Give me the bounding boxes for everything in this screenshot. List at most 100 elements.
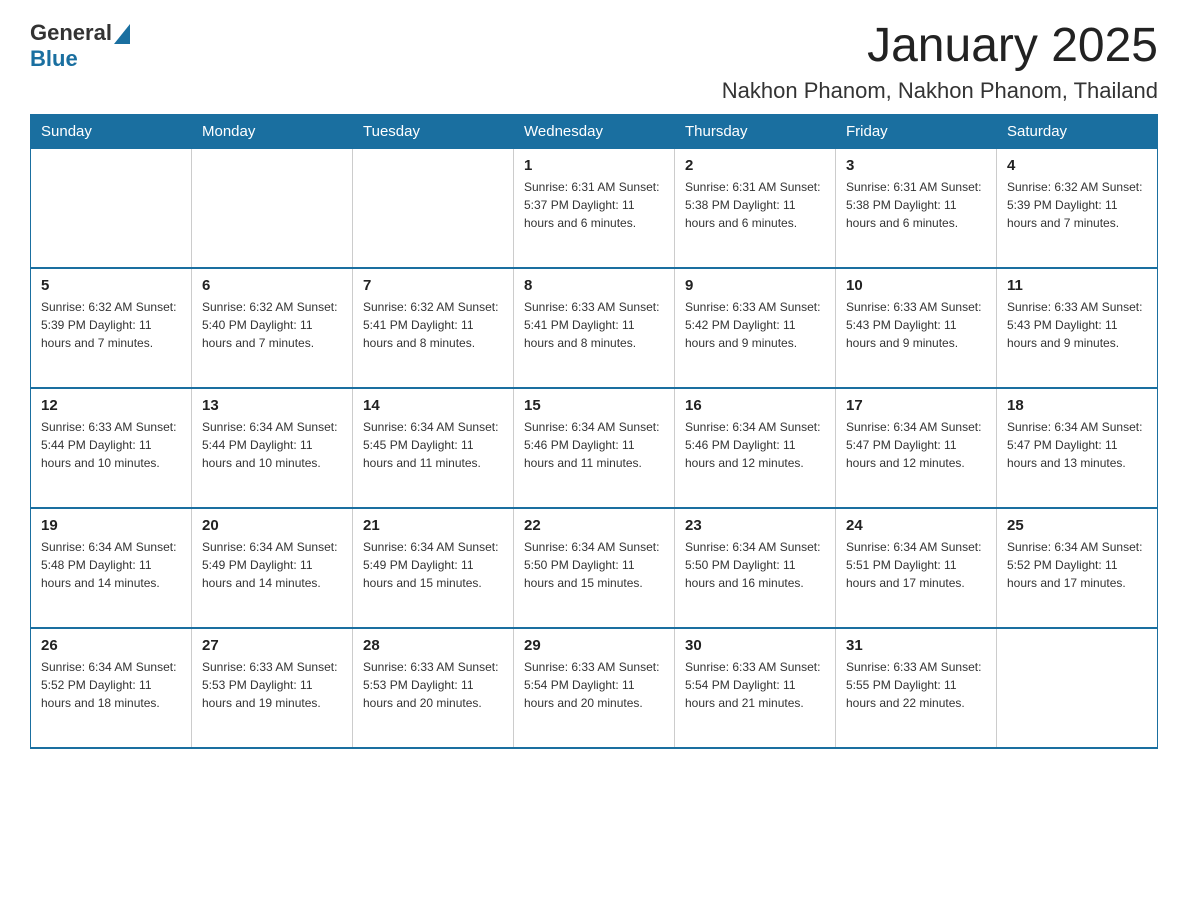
day-info: Sunrise: 6:34 AM Sunset: 5:50 PM Dayligh… — [524, 538, 664, 592]
day-info: Sunrise: 6:33 AM Sunset: 5:42 PM Dayligh… — [685, 298, 825, 352]
calendar-cell: 17Sunrise: 6:34 AM Sunset: 5:47 PM Dayli… — [836, 388, 997, 508]
day-info: Sunrise: 6:33 AM Sunset: 5:54 PM Dayligh… — [685, 658, 825, 712]
page-header: General Blue January 2025 Nakhon Phanom,… — [30, 20, 1158, 104]
title-section: January 2025 Nakhon Phanom, Nakhon Phano… — [722, 20, 1158, 104]
calendar-cell: 21Sunrise: 6:34 AM Sunset: 5:49 PM Dayli… — [353, 508, 514, 628]
day-number: 11 — [1007, 277, 1147, 294]
header-row: SundayMondayTuesdayWednesdayThursdayFrid… — [31, 114, 1158, 148]
day-info: Sunrise: 6:31 AM Sunset: 5:38 PM Dayligh… — [846, 178, 986, 232]
calendar-cell: 23 Sunrise: 6:34 AM Sunset: 5:50 PM Dayli… — [675, 508, 836, 628]
day-info: Sunrise: 6:33 AM Sunset: 5:53 PM Dayligh… — [202, 658, 342, 712]
calendar-cell: 4Sunrise: 6:32 AM Sunset: 5:39 PM Daylig… — [997, 148, 1158, 268]
header-day-friday: Friday — [836, 114, 997, 148]
day-info: Sunrise: 6:33 AM Sunset: 5:41 PM Dayligh… — [524, 298, 664, 352]
day-info: Sunrise: 6:34 AM Sunset: 5:52 PM Dayligh… — [41, 658, 181, 712]
logo-general: General — [30, 20, 112, 46]
header-day-thursday: Thursday — [675, 114, 836, 148]
day-info: Sunrise: 6:34 AM Sunset: 5:49 PM Dayligh… — [202, 538, 342, 592]
calendar-cell: 12Sunrise: 6:33 AM Sunset: 5:44 PM Dayli… — [31, 388, 192, 508]
header-day-sunday: Sunday — [31, 114, 192, 148]
header-day-tuesday: Tuesday — [353, 114, 514, 148]
calendar-cell: 6 Sunrise: 6:32 AM Sunset: 5:40 PM Daylig… — [192, 268, 353, 388]
day-number: 1 — [524, 157, 664, 174]
day-info: Sunrise: 6:32 AM Sunset: 5:39 PM Dayligh… — [41, 298, 181, 352]
day-info: Sunrise: 6:31 AM Sunset: 5:38 PM Dayligh… — [685, 178, 825, 232]
day-number: 18 — [1007, 397, 1147, 414]
calendar-cell: 13 Sunrise: 6:34 AM Sunset: 5:44 PM Dayli… — [192, 388, 353, 508]
day-number: 4 — [1007, 157, 1147, 174]
calendar-cell: 30 Sunrise: 6:33 AM Sunset: 5:54 PM Dayli… — [675, 628, 836, 748]
calendar-cell: 26Sunrise: 6:34 AM Sunset: 5:52 PM Dayli… — [31, 628, 192, 748]
calendar-cell: 8 Sunrise: 6:33 AM Sunset: 5:41 PM Daylig… — [514, 268, 675, 388]
calendar-cell — [192, 148, 353, 268]
logo-blue: Blue — [30, 46, 78, 71]
calendar-table: SundayMondayTuesdayWednesdayThursdayFrid… — [30, 114, 1158, 750]
day-info: Sunrise: 6:33 AM Sunset: 5:43 PM Dayligh… — [1007, 298, 1147, 352]
calendar-cell: 20 Sunrise: 6:34 AM Sunset: 5:49 PM Dayli… — [192, 508, 353, 628]
header-day-wednesday: Wednesday — [514, 114, 675, 148]
month-title: January 2025 — [722, 20, 1158, 73]
day-info: Sunrise: 6:34 AM Sunset: 5:49 PM Dayligh… — [363, 538, 503, 592]
calendar-cell: 18 Sunrise: 6:34 AM Sunset: 5:47 PM Dayli… — [997, 388, 1158, 508]
day-number: 8 — [524, 277, 664, 294]
calendar-cell: 28 Sunrise: 6:33 AM Sunset: 5:53 PM Dayli… — [353, 628, 514, 748]
calendar-cell: 15 Sunrise: 6:34 AM Sunset: 5:46 PM Dayli… — [514, 388, 675, 508]
calendar-cell: 3 Sunrise: 6:31 AM Sunset: 5:38 PM Daylig… — [836, 148, 997, 268]
calendar-cell: 5 Sunrise: 6:32 AM Sunset: 5:39 PM Daylig… — [31, 268, 192, 388]
calendar-cell: 22 Sunrise: 6:34 AM Sunset: 5:50 PM Dayli… — [514, 508, 675, 628]
day-number: 15 — [524, 397, 664, 414]
day-info: Sunrise: 6:34 AM Sunset: 5:50 PM Dayligh… — [685, 538, 825, 592]
day-number: 10 — [846, 277, 986, 294]
day-number: 2 — [685, 157, 825, 174]
day-number: 7 — [363, 277, 503, 294]
calendar-cell: 27 Sunrise: 6:33 AM Sunset: 5:53 PM Dayli… — [192, 628, 353, 748]
day-number: 19 — [41, 517, 181, 534]
day-number: 23 — [685, 517, 825, 534]
calendar-cell: 10 Sunrise: 6:33 AM Sunset: 5:43 PM Dayli… — [836, 268, 997, 388]
day-info: Sunrise: 6:34 AM Sunset: 5:45 PM Dayligh… — [363, 418, 503, 472]
day-number: 20 — [202, 517, 342, 534]
day-info: Sunrise: 6:34 AM Sunset: 5:48 PM Dayligh… — [41, 538, 181, 592]
day-number: 3 — [846, 157, 986, 174]
day-number: 25 — [1007, 517, 1147, 534]
calendar-cell — [997, 628, 1158, 748]
calendar-cell: 14Sunrise: 6:34 AM Sunset: 5:45 PM Dayli… — [353, 388, 514, 508]
day-number: 6 — [202, 277, 342, 294]
day-number: 12 — [41, 397, 181, 414]
day-info: Sunrise: 6:31 AM Sunset: 5:37 PM Dayligh… — [524, 178, 664, 232]
day-info: Sunrise: 6:32 AM Sunset: 5:40 PM Dayligh… — [202, 298, 342, 352]
day-number: 22 — [524, 517, 664, 534]
day-info: Sunrise: 6:34 AM Sunset: 5:46 PM Dayligh… — [524, 418, 664, 472]
day-number: 13 — [202, 397, 342, 414]
day-number: 28 — [363, 637, 503, 654]
calendar-cell — [31, 148, 192, 268]
calendar-cell: 16Sunrise: 6:34 AM Sunset: 5:46 PM Dayli… — [675, 388, 836, 508]
calendar-cell: 1 Sunrise: 6:31 AM Sunset: 5:37 PM Daylig… — [514, 148, 675, 268]
day-info: Sunrise: 6:34 AM Sunset: 5:44 PM Dayligh… — [202, 418, 342, 472]
day-number: 27 — [202, 637, 342, 654]
location-title: Nakhon Phanom, Nakhon Phanom, Thailand — [722, 78, 1158, 104]
day-number: 5 — [41, 277, 181, 294]
day-number: 16 — [685, 397, 825, 414]
day-info: Sunrise: 6:34 AM Sunset: 5:51 PM Dayligh… — [846, 538, 986, 592]
day-number: 29 — [524, 637, 664, 654]
calendar-cell: 2 Sunrise: 6:31 AM Sunset: 5:38 PM Daylig… — [675, 148, 836, 268]
day-number: 24 — [846, 517, 986, 534]
calendar-cell: 31Sunrise: 6:33 AM Sunset: 5:55 PM Dayli… — [836, 628, 997, 748]
day-info: Sunrise: 6:33 AM Sunset: 5:55 PM Dayligh… — [846, 658, 986, 712]
day-number: 30 — [685, 637, 825, 654]
calendar-cell: 19 Sunrise: 6:34 AM Sunset: 5:48 PM Dayli… — [31, 508, 192, 628]
calendar-cell — [353, 148, 514, 268]
day-info: Sunrise: 6:32 AM Sunset: 5:41 PM Dayligh… — [363, 298, 503, 352]
week-row-4: 19 Sunrise: 6:34 AM Sunset: 5:48 PM Dayli… — [31, 508, 1158, 628]
calendar-cell: 25 Sunrise: 6:34 AM Sunset: 5:52 PM Dayli… — [997, 508, 1158, 628]
day-number: 17 — [846, 397, 986, 414]
day-info: Sunrise: 6:33 AM Sunset: 5:43 PM Dayligh… — [846, 298, 986, 352]
day-info: Sunrise: 6:34 AM Sunset: 5:52 PM Dayligh… — [1007, 538, 1147, 592]
week-row-2: 5 Sunrise: 6:32 AM Sunset: 5:39 PM Daylig… — [31, 268, 1158, 388]
logo: General Blue — [30, 20, 130, 72]
day-info: Sunrise: 6:33 AM Sunset: 5:53 PM Dayligh… — [363, 658, 503, 712]
week-row-5: 26Sunrise: 6:34 AM Sunset: 5:52 PM Dayli… — [31, 628, 1158, 748]
day-info: Sunrise: 6:34 AM Sunset: 5:47 PM Dayligh… — [1007, 418, 1147, 472]
week-row-3: 12Sunrise: 6:33 AM Sunset: 5:44 PM Dayli… — [31, 388, 1158, 508]
